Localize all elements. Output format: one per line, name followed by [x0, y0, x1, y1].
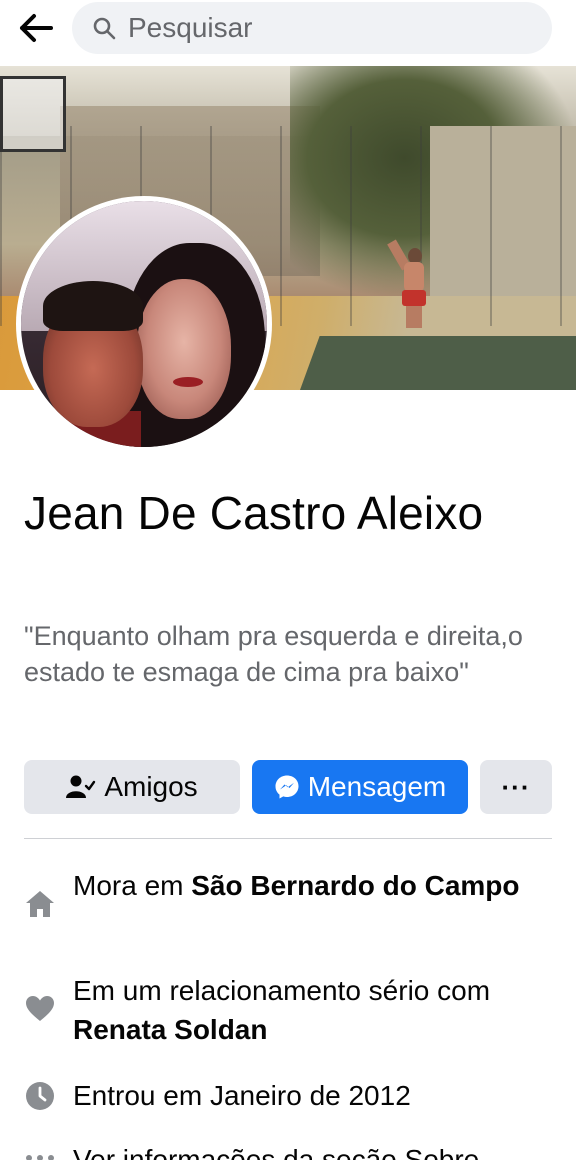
- info-see-about-text[interactable]: Ver informações da seção Sobre: [73, 1140, 543, 1160]
- profile-picture[interactable]: [16, 196, 272, 452]
- message-label: Mensagem: [307, 771, 447, 802]
- arrow-left-icon: [20, 14, 53, 42]
- messenger-icon: [274, 774, 300, 800]
- home-icon: [24, 888, 56, 920]
- search-bar[interactable]: [72, 2, 552, 54]
- more-options-button[interactable]: ···: [480, 760, 552, 814]
- top-bar: [0, 0, 576, 62]
- cover-player: [387, 239, 426, 328]
- heart-icon: [24, 993, 56, 1025]
- friends-button[interactable]: Amigos: [24, 760, 240, 814]
- info-joined-text: Entrou em Janeiro de 2012: [73, 1080, 411, 1111]
- profile-picture-image: [21, 201, 267, 447]
- clock-icon: [24, 1080, 56, 1112]
- divider: [24, 838, 552, 839]
- cover-court-green: [300, 336, 576, 390]
- profile-name: Jean De Castro Aleixo: [24, 487, 484, 539]
- cover-basketball-hoop: [0, 76, 66, 152]
- info-lives-in-text: Mora em São Bernardo do Campo: [73, 870, 520, 901]
- friend-check-icon: [66, 774, 96, 800]
- partner-link[interactable]: Renata Soldan: [73, 1014, 267, 1045]
- message-button[interactable]: Mensagem: [252, 760, 468, 814]
- info-relationship-text: Em um relacionamento sério com Renata So…: [73, 975, 491, 1045]
- magnifier-icon: [93, 17, 116, 40]
- lives-place-link[interactable]: São Bernardo do Campo: [191, 870, 519, 901]
- back-button[interactable]: [16, 10, 56, 46]
- profile-bio: "Enquanto olham pra esquerda e direita,o…: [24, 621, 523, 687]
- ellipsis-icon: [24, 1142, 56, 1160]
- search-input[interactable]: [128, 12, 508, 44]
- friends-label: Amigos: [104, 771, 198, 802]
- more-dots-icon: ···: [501, 771, 531, 802]
